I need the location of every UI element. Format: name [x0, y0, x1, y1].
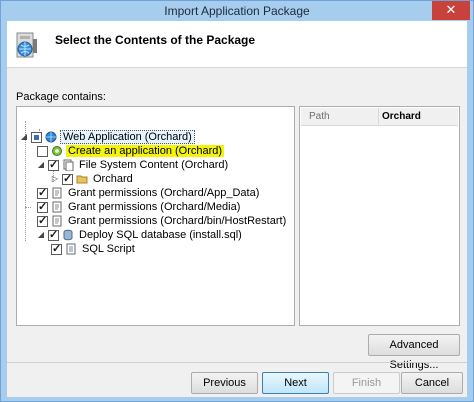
permission-icon — [52, 201, 62, 213]
tree-item-label: File System Content (Orchard) — [79, 159, 229, 171]
tree-checkbox[interactable] — [37, 186, 48, 199]
files-icon — [63, 159, 74, 171]
header-band: Select the Contents of the Package — [7, 21, 467, 68]
close-button[interactable]: ✕ — [432, 1, 470, 20]
expand-arrow-icon[interactable]: ◢ — [37, 161, 45, 169]
tree-checkbox[interactable] — [37, 200, 48, 213]
cancel-label: Cancel — [414, 377, 450, 389]
property-value: Orchard — [382, 111, 421, 122]
tree-item-create-application[interactable]: Create an application (Orchard) — [37, 144, 225, 158]
finish-label: Finish — [351, 377, 382, 389]
next-label: Next — [284, 377, 307, 389]
previous-label: Previous — [203, 377, 246, 389]
permission-icon — [52, 215, 62, 227]
property-key: Path — [309, 111, 330, 122]
tree-checkbox[interactable] — [51, 242, 62, 255]
package-contains-label: Package contains: — [16, 91, 106, 103]
title-bar[interactable]: Import Application Package ✕ — [1, 1, 473, 21]
window-title: Import Application Package — [164, 4, 310, 18]
tree-checkbox[interactable] — [48, 158, 59, 171]
tree-item-label: SQL Script — [82, 243, 135, 255]
package-globe-icon — [16, 32, 37, 58]
tree-item-label: Grant permissions (Orchard/Media) — [68, 201, 241, 213]
tree-item-grant-media[interactable]: Grant permissions (Orchard/Media) — [37, 200, 242, 214]
previous-button[interactable]: Previous — [191, 372, 258, 394]
import-package-window: Import Application Package ✕ Select the … — [0, 0, 474, 402]
footer-divider — [7, 362, 467, 363]
collapse-arrow-icon[interactable]: ▷ — [51, 175, 59, 183]
tree-connector — [25, 207, 31, 208]
tree-item-grant-hostrestart[interactable]: Grant permissions (Orchard/bin/HostResta… — [37, 214, 288, 228]
next-button[interactable]: Next — [262, 372, 329, 394]
tree-item-web-application[interactable]: ◢ Web Application (Orchard) — [20, 130, 195, 144]
advanced-settings-button[interactable]: Advanced Settings... — [368, 334, 460, 371]
expand-arrow-icon[interactable]: ◢ — [20, 133, 28, 141]
tree-item-label: Grant permissions (Orchard/bin/HostResta… — [68, 215, 287, 227]
tree-item-label: Create an application (Orchard) — [66, 145, 225, 157]
cancel-button[interactable]: Cancel — [401, 372, 463, 394]
tree-item-sql-script[interactable]: SQL Script — [51, 242, 137, 256]
tree-item-label: Web Application (Orchard) — [60, 130, 195, 144]
tree-item-deploy-sql[interactable]: ◢ Deploy SQL database (install.sql) — [37, 228, 244, 242]
app-gear-icon — [52, 146, 62, 156]
property-divider — [378, 108, 379, 126]
package-tree[interactable]: ◢ Web Application (Orchard) Create an ap… — [16, 106, 295, 326]
tree-item-grant-app-data[interactable]: Grant permissions (Orchard/App_Data) — [37, 186, 261, 200]
tree-checkbox[interactable] — [62, 172, 73, 185]
dialog-body: Select the Contents of the Package Packa… — [7, 21, 467, 397]
page-title: Select the Contents of the Package — [55, 33, 256, 47]
folder-icon — [76, 175, 88, 184]
tree-checkbox[interactable] — [48, 228, 59, 241]
tree-item-orchard-folder[interactable]: ▷ Orchard — [51, 172, 135, 186]
advanced-settings-label: Advanced Settings... — [389, 339, 439, 371]
tree-checkbox[interactable] — [37, 145, 48, 157]
tree-item-label: Grant permissions (Orchard/App_Data) — [68, 187, 260, 199]
tree-item-file-system[interactable]: ◢ File System Content (Orchard) — [37, 158, 230, 172]
permission-icon — [52, 187, 62, 199]
tree-item-label: Deploy SQL database (install.sql) — [79, 229, 242, 241]
properties-pane: Path Orchard — [299, 106, 460, 326]
tree-checkbox[interactable] — [37, 214, 48, 227]
globe-icon — [45, 131, 57, 143]
property-row[interactable]: Path Orchard — [301, 108, 458, 126]
tree-item-label: Orchard — [93, 173, 133, 185]
expand-arrow-icon[interactable]: ◢ — [37, 231, 45, 239]
database-icon — [63, 229, 73, 241]
script-icon — [66, 243, 76, 255]
tree-checkbox[interactable] — [31, 131, 42, 143]
finish-button[interactable]: Finish — [333, 372, 400, 394]
